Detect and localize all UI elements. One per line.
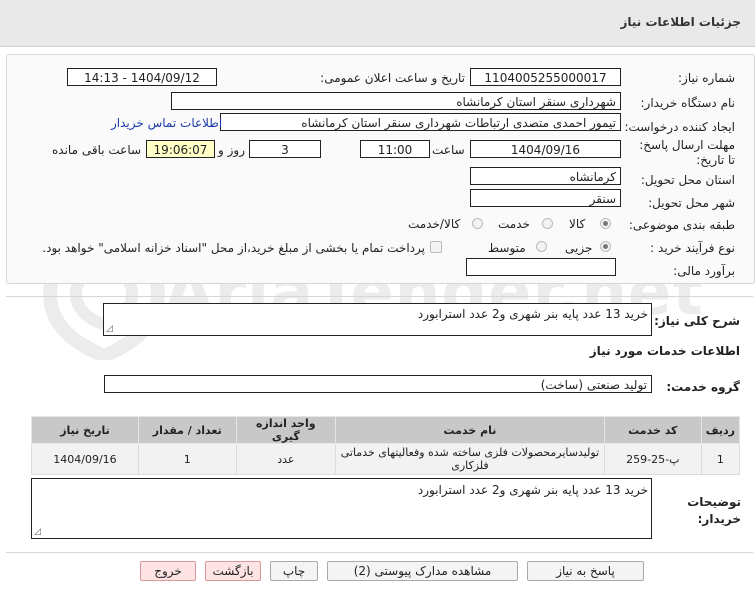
buyer-notes-text: خرید 13 عدد پایه بنر شهری و2 عدد استرابو… [417,483,648,497]
days-label: روز و [218,143,245,157]
header-row-number: ردیف [700,416,741,444]
buyer-org-field: شهرداری سنقر استان کرمانشاه [171,92,621,110]
purchase-type-label: نوع فرآیند خرید : [650,241,735,255]
category-option-goods-radio[interactable] [600,218,611,229]
page-title: جزئیات اطلاعات نیاز [620,15,741,29]
services-table-wrapper: ردیف کد خدمت نام خدمت واحد اندازه گیری ت… [31,416,741,475]
remaining-time-field: 19:06:07 [146,140,215,158]
deadline-time-field: 11:00 [360,140,430,158]
category-option-both-label: کالا/خدمت [408,217,461,231]
creator-field: تیمور احمدی متصدی ارتباطات شهرداری سنقر … [220,113,621,131]
need-number-label: شماره نیاز: [678,71,735,85]
estimate-label: برآورد مالی: [673,264,735,278]
deadline-label: مهلت ارسال پاسخ: تا تاریخ: [639,138,735,167]
deadline-time-label: ساعت [432,143,465,157]
province-field: کرمانشاه [470,167,621,185]
header-service-code: کد خدمت [603,416,702,444]
resize-handle-icon[interactable]: ◿ [34,527,41,537]
city-field: سنقر [470,189,621,207]
service-group-field: تولید صنعتی (ساخت) [104,375,652,393]
estimate-field [466,258,616,276]
announce-label: تاریخ و ساعت اعلان عمومی: [320,71,465,85]
back-button[interactable]: بازگشت [205,561,261,581]
section-divider [6,296,753,297]
purchase-type-minor-label: جزیی [565,241,593,255]
header-unit: واحد اندازه گیری [235,416,337,444]
services-section-title: اطلاعات خدمات مورد نیاز [589,344,740,358]
category-option-goods-label: کالا [569,217,586,231]
buyer-org-label: نام دستگاه خریدار: [640,96,736,110]
need-number-field: 1104005255000017 [470,68,621,86]
buyer-contact-link[interactable]: اطلاعات تماس خریدار [111,116,222,130]
buyer-notes-field: خرید 13 عدد پایه بنر شهری و2 عدد استرابو… [31,478,652,539]
cell-row-number: 1 [700,443,741,475]
resize-handle-icon[interactable]: ◿ [106,324,113,334]
category-option-service-label: خدمت [498,217,530,231]
deadline-date-field: 1404/09/16 [470,140,621,158]
purchase-type-medium-label: متوسط [488,241,526,255]
cell-service-name: تولیدسایرمحصولات فلزی ساخته شده وفعالیته… [335,443,605,475]
city-label: شهر محل تحویل: [648,196,735,210]
days-field: 3 [249,140,321,158]
purchase-type-medium-radio[interactable] [536,241,547,252]
header-quantity: تعداد / مقدار [137,416,237,444]
treasury-payment-checkbox[interactable] [430,241,442,253]
province-label: استان محل تحویل: [640,173,735,187]
footer-divider [6,552,753,553]
category-label: طبقه بندی موضوعی: [628,218,735,232]
service-group-label: گروه خدمت: [666,380,740,394]
header-need-date: تاریخ نیاز [31,416,139,444]
summary-field: خرید 13 عدد پایه بنر شهری و2 عدد استرابو… [103,303,652,336]
header-service-name: نام خدمت [335,416,605,444]
buyer-notes-label: توضیحات خریدار: [687,495,741,526]
table-header-row: ردیف کد خدمت نام خدمت واحد اندازه گیری ت… [31,416,741,444]
creator-label: ایجاد کننده درخواست: [624,120,735,134]
category-option-service-radio[interactable] [542,218,553,229]
print-button[interactable]: چاپ [270,561,318,581]
summary-label: شرح کلی نیاز: [654,314,740,328]
cell-unit: عدد [235,443,337,475]
treasury-payment-note: پرداخت تمام یا بخشی از مبلغ خرید،از محل … [42,241,425,255]
purchase-type-minor-radio[interactable] [600,241,611,252]
cell-need-date: 1404/09/16 [31,443,139,475]
reply-button[interactable]: پاسخ به نیاز [527,561,644,581]
cell-quantity: 1 [137,443,237,475]
services-table: ردیف کد خدمت نام خدمت واحد اندازه گیری ت… [31,416,741,475]
summary-text: خرید 13 عدد پایه بنر شهری و2 عدد استرابو… [417,307,648,321]
cell-service-code: پ-25-259 [603,443,702,475]
view-attachments-button[interactable]: مشاهده مدارک پیوستی (2) [327,561,518,581]
table-row: 1 پ-25-259 تولیدسایرمحصولات فلزی ساخته ش… [31,443,741,475]
announce-field: 1404/09/12 - 14:13 [67,68,217,86]
category-option-both-radio[interactable] [472,218,483,229]
remaining-label: ساعت باقی مانده [52,143,142,157]
exit-button[interactable]: خروج [140,561,196,581]
